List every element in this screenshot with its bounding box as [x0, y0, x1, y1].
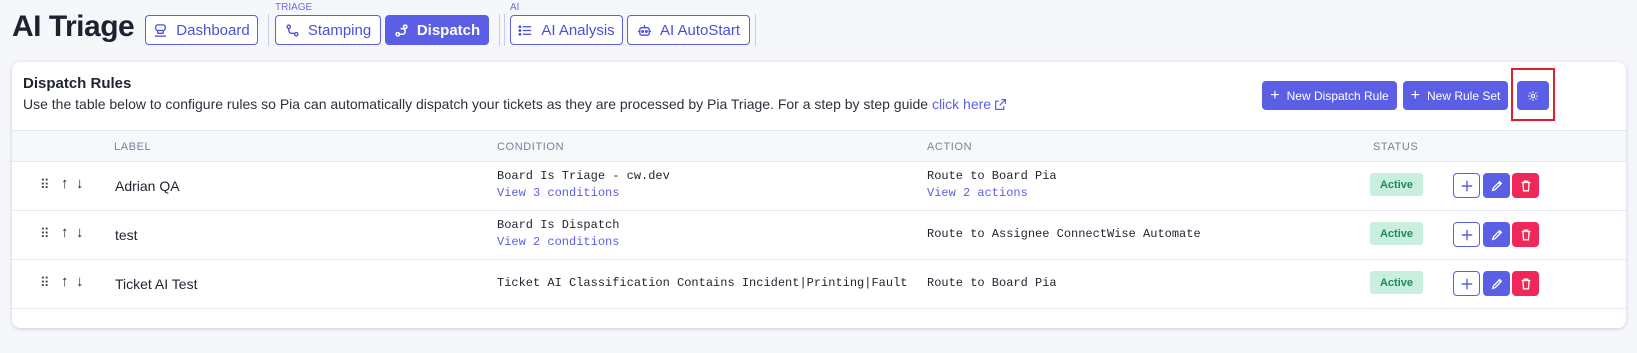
- card-title: Dispatch Rules: [23, 75, 132, 92]
- arrow-up-icon[interactable]: ↑: [61, 224, 69, 241]
- nav-divider: [755, 14, 756, 46]
- rule-condition: Ticket AI Classification Contains Incide…: [497, 276, 908, 290]
- nav-divider: [499, 14, 500, 46]
- status-badge: Active: [1370, 222, 1423, 245]
- new-rule-set-button[interactable]: + New Rule Set: [1403, 81, 1508, 110]
- rule-action: Route to Assignee ConnectWise Automate: [927, 227, 1201, 241]
- delete-button[interactable]: [1512, 173, 1539, 198]
- new-rule-set-label: New Rule Set: [1426, 88, 1501, 103]
- add-button[interactable]: [1453, 173, 1480, 198]
- robot-icon: [637, 24, 652, 36]
- card-description-text: Use the table below to configure rules s…: [23, 96, 932, 112]
- edit-button[interactable]: [1483, 173, 1510, 198]
- trash-icon: [1521, 278, 1530, 289]
- nav-dispatch-button[interactable]: Dispatch: [385, 15, 489, 45]
- status-badge: Active: [1370, 271, 1423, 294]
- view-conditions-link[interactable]: View 3 conditions: [497, 186, 619, 200]
- nav-divider: [504, 14, 505, 46]
- arrow-up-icon[interactable]: ↑: [61, 175, 69, 192]
- drag-handle-icon[interactable]: ⠿: [40, 275, 49, 291]
- route-icon: [286, 23, 299, 37]
- edit-button[interactable]: [1483, 271, 1510, 296]
- nav-divider: [268, 14, 269, 46]
- dashboard-icon: [155, 23, 167, 37]
- nav-stamping-label: Stamping: [307, 21, 372, 39]
- column-header-status: STATUS: [1373, 141, 1419, 153]
- nav-ai-autostart-label: AI AutoStart: [659, 21, 741, 39]
- drag-handle-icon[interactable]: ⠿: [40, 177, 49, 193]
- list-icon: [518, 24, 532, 36]
- arrow-down-icon[interactable]: ↓: [76, 273, 84, 290]
- plus-icon: +: [1270, 86, 1280, 104]
- pencil-icon: [1491, 278, 1502, 289]
- nav-ai-analysis-button[interactable]: AI Analysis: [510, 15, 623, 45]
- pencil-icon: [1491, 180, 1502, 191]
- add-button[interactable]: [1453, 271, 1480, 296]
- new-dispatch-rule-label: New Dispatch Rule: [1286, 88, 1389, 103]
- plus-icon: [1461, 229, 1472, 240]
- rule-action: Route to Board Pia: [927, 276, 1057, 290]
- status-badge: Active: [1370, 173, 1423, 196]
- arrow-down-icon[interactable]: ↓: [76, 175, 84, 192]
- nav-stamping-button[interactable]: Stamping: [275, 15, 381, 45]
- table-row: ⠿ ↑ ↓ Adrian QA Board Is Triage - cw.dev…: [12, 162, 1626, 211]
- plus-icon: [1461, 278, 1472, 289]
- nav-group-ai-label: AI: [510, 2, 520, 13]
- nav-group-triage-label: TRIAGE: [275, 2, 313, 13]
- guide-link[interactable]: click here: [932, 96, 1007, 112]
- table-row: ⠿ ↑ ↓ Ticket AI Test Ticket AI Classific…: [12, 260, 1626, 309]
- plus-icon: [1461, 180, 1472, 191]
- delete-button[interactable]: [1512, 222, 1539, 247]
- dispatch-rules-card: Dispatch Rules Use the table below to co…: [12, 62, 1626, 328]
- table-row: ⠿ ↑ ↓ test Board Is Dispatch View 2 cond…: [12, 211, 1626, 260]
- rule-label: Adrian QA: [115, 178, 180, 194]
- nav-dashboard-button[interactable]: Dashboard: [145, 15, 258, 45]
- arrow-down-icon[interactable]: ↓: [76, 224, 84, 241]
- column-header-condition: CONDITION: [497, 141, 565, 153]
- rule-action: Route to Board Pia: [927, 169, 1057, 183]
- delete-button[interactable]: [1512, 271, 1539, 296]
- rule-label: test: [115, 227, 138, 243]
- pencil-icon: [1491, 229, 1502, 240]
- nav-dashboard-label: Dashboard: [176, 21, 250, 39]
- rule-condition: Board Is Dispatch: [497, 218, 620, 232]
- nav-ai-autostart-button[interactable]: AI AutoStart: [627, 15, 750, 45]
- table-header: LABEL CONDITION ACTION STATUS: [12, 130, 1626, 162]
- external-link-icon: [995, 99, 1007, 110]
- rule-condition: Board Is Triage - cw.dev: [497, 169, 670, 183]
- trash-icon: [1521, 229, 1530, 240]
- guide-link-text: click here: [931, 96, 992, 112]
- arrow-up-icon[interactable]: ↑: [61, 273, 69, 290]
- nav-dispatch-label: Dispatch: [416, 21, 481, 39]
- trash-icon: [1521, 180, 1530, 191]
- dispatch-icon: [395, 23, 408, 37]
- nav-ai-analysis-label: AI Analysis: [541, 21, 615, 39]
- column-header-action: ACTION: [927, 141, 973, 153]
- settings-highlight-box: [1511, 68, 1555, 121]
- plus-icon: +: [1410, 86, 1420, 104]
- add-button[interactable]: [1453, 222, 1480, 247]
- drag-handle-icon[interactable]: ⠿: [40, 226, 49, 242]
- page-title: AI Triage: [12, 10, 135, 43]
- rule-label: Ticket AI Test: [115, 276, 198, 292]
- column-header-label: LABEL: [114, 141, 152, 153]
- new-dispatch-rule-button[interactable]: + New Dispatch Rule: [1262, 81, 1397, 110]
- view-actions-link[interactable]: View 2 actions: [927, 186, 1028, 200]
- view-conditions-link[interactable]: View 2 conditions: [497, 235, 619, 249]
- edit-button[interactable]: [1483, 222, 1510, 247]
- card-description: Use the table below to configure rules s…: [23, 96, 1007, 112]
